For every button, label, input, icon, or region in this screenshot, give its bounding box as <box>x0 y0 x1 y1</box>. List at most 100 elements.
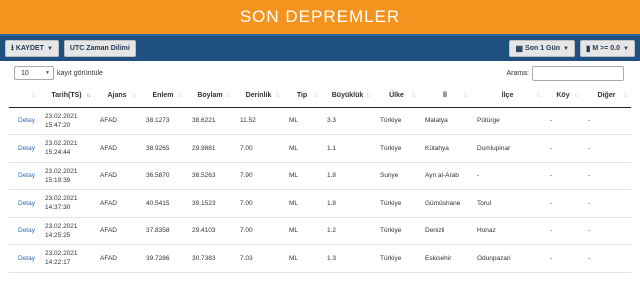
date-value: 23.02.2021 <box>45 167 78 175</box>
province-cell: Eskisehir <box>419 244 471 273</box>
depth-cell: 7.00 <box>234 189 283 218</box>
time-value: 15:47:20 <box>45 121 71 129</box>
magnitude-cell: 1.8 <box>321 162 374 190</box>
detail-link[interactable]: Detay <box>9 162 39 190</box>
time-period-button[interactable]: ▦ Son 1 Gün ▼ <box>509 40 575 57</box>
province-cell: Ayn al-Arab <box>419 162 471 190</box>
village-cell: - <box>544 189 582 218</box>
column-header-label: Boylam <box>197 92 223 100</box>
search-label: Arama: <box>506 70 529 77</box>
longitude-cell: 29.9881 <box>186 134 234 163</box>
type-cell: ML <box>283 107 321 135</box>
latitude-cell: 39.7286 <box>140 244 186 273</box>
time-value: 14:25:25 <box>45 231 71 239</box>
table-row: Detay 23.02.2021 15:47:20 AFAD 38.1273 38.622… <box>9 107 631 135</box>
chevron-down-icon: ▼ <box>563 45 569 52</box>
column-header-province[interactable]: İl ↑↓ <box>419 85 471 108</box>
download-icon: ⭳ <box>11 42 14 52</box>
magnitude-filter-button[interactable]: ▮ M >= 0.0 ▼ <box>580 40 635 57</box>
detail-link[interactable]: Detay <box>9 189 39 218</box>
sort-arrows-icon: ↑↓ <box>366 93 371 99</box>
search-input[interactable] <box>532 66 624 81</box>
country-cell: Türkiye <box>374 189 419 218</box>
latitude-cell: 40.5415 <box>140 189 186 218</box>
column-header-longitude[interactable]: Boylam ↑↓ <box>186 85 234 108</box>
column-header-type[interactable]: Tip ↑↓ <box>283 85 321 108</box>
depth-cell: 7.00 <box>234 134 283 163</box>
column-header-date[interactable]: Tarih(TS) ↑↓ <box>39 85 94 108</box>
column-header-label: Köy <box>556 92 570 100</box>
column-header-village[interactable]: Köy ↑↓ <box>544 85 582 108</box>
column-header-depth[interactable]: Derinlik ↑↓ <box>234 85 283 108</box>
agency-cell: AFAD <box>94 244 140 273</box>
sort-arrows-icon: ↑↓ <box>86 93 91 99</box>
province-cell: Malatya <box>419 107 471 135</box>
time-period-label: Son 1 Gün <box>525 45 561 52</box>
other-cell: - <box>582 244 631 273</box>
depth-cell: 7.00 <box>234 217 283 245</box>
chevron-down-icon: ▼ <box>45 70 50 76</box>
calendar-icon: ▦ <box>515 44 524 53</box>
other-cell: - <box>582 189 631 218</box>
province-cell: Gümüshane <box>419 189 471 218</box>
column-header-label: Diğer <box>597 92 616 100</box>
column-header-detail[interactable]: ↑↓ <box>9 85 39 108</box>
utc-timezone-button[interactable]: UTC Zaman Dilimi <box>63 40 136 57</box>
signal-bars-icon: ▮ <box>586 44 591 53</box>
village-cell: - <box>544 244 582 273</box>
column-header-label: İlçe <box>501 92 514 100</box>
date-cell: 23.02.2021 15:19:39 <box>39 162 94 190</box>
type-cell: ML <box>283 217 321 245</box>
district-cell: Odunpazari <box>471 244 544 273</box>
column-header-agency[interactable]: Ajans ↑↓ <box>94 85 140 108</box>
sort-arrows-icon: ↑↓ <box>411 93 416 99</box>
column-header-latitude[interactable]: Enlem ↑↓ <box>140 85 186 108</box>
other-cell: - <box>582 162 631 190</box>
province-cell: Kütahya <box>419 134 471 163</box>
village-cell: - <box>544 162 582 190</box>
chevron-down-icon: ▼ <box>46 45 53 52</box>
date-value: 23.02.2021 <box>45 250 78 258</box>
longitude-cell: 30.7383 <box>186 244 234 273</box>
table-row: Detay 23.02.2021 15:24:44 AFAD 38.9265 29.988… <box>9 134 631 163</box>
column-header-magnitude[interactable]: Büyüklük ↑↓ <box>321 85 374 108</box>
longitude-cell: 38.6221 <box>186 107 234 135</box>
detail-link[interactable]: Detay <box>9 107 39 135</box>
column-header-other[interactable]: Diğer ↑↓ <box>582 85 631 108</box>
sort-arrows-icon: ↑↓ <box>463 93 468 99</box>
magnitude-cell: 1.3 <box>321 244 374 273</box>
detail-link[interactable]: Detay <box>9 217 39 245</box>
date-cell: 23.02.2021 14:22:17 <box>39 244 94 273</box>
magnitude-cell: 1.1 <box>321 134 374 163</box>
column-header-country[interactable]: Ülke ↑↓ <box>374 85 419 108</box>
agency-cell: AFAD <box>94 217 140 245</box>
depth-cell: 7.03 <box>234 244 283 273</box>
district-cell: Honaz <box>471 217 544 245</box>
latitude-cell: 38.9265 <box>140 134 186 163</box>
detail-link[interactable]: Detay <box>9 134 39 163</box>
village-cell: - <box>544 107 582 135</box>
column-header-label: İl <box>443 92 447 100</box>
sort-arrows-icon: ↑↓ <box>313 93 318 99</box>
magnitude-filter-label: M >= 0.0 <box>592 45 621 52</box>
time-value: 14:37:30 <box>45 204 71 212</box>
page-length-select[interactable]: 10 ▼ <box>14 66 54 80</box>
latitude-cell: 36.5870 <box>140 162 186 190</box>
table-row: Detay 23.02.2021 14:37:30 AFAD 40.5415 39.152… <box>9 189 631 218</box>
search-box: Arama: <box>506 66 624 81</box>
time-value: 15:19:39 <box>45 176 71 184</box>
type-cell: ML <box>283 134 321 163</box>
detail-link[interactable]: Detay <box>9 244 39 273</box>
magnitude-cell: 1.8 <box>321 189 374 218</box>
sort-arrows-icon: ↑↓ <box>31 93 36 99</box>
sort-arrows-icon: ↑↓ <box>178 93 183 99</box>
page-length-value: 10 <box>21 69 29 77</box>
save-button[interactable]: ⭳ KAYDET ▼ <box>5 40 59 57</box>
column-header-district[interactable]: İlçe ↑↓ <box>471 85 544 108</box>
type-cell: ML <box>283 189 321 218</box>
column-header-label: Ajans <box>107 92 127 100</box>
agency-cell: AFAD <box>94 134 140 163</box>
country-cell: Türkiye <box>374 134 419 163</box>
table-row: Detay 23.02.2021 14:22:17 AFAD 39.7286 30.738… <box>9 244 631 273</box>
date-value: 23.02.2021 <box>45 195 78 203</box>
